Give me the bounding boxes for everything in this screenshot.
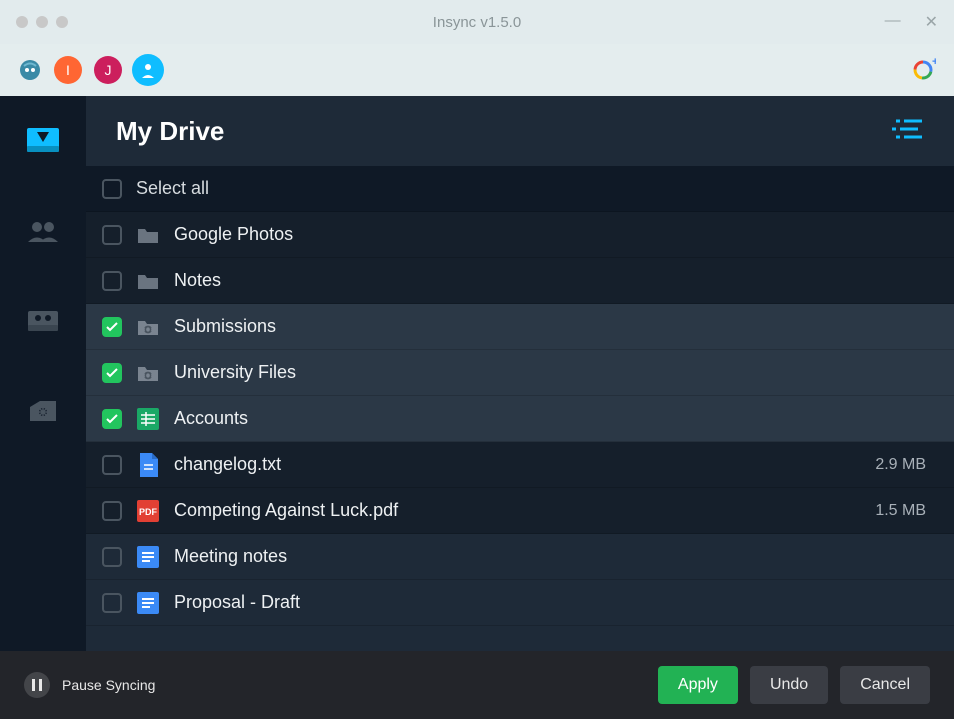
sidebar-shared[interactable] [22, 214, 64, 248]
window-title: Insync v1.5.0 [433, 14, 521, 31]
pdf-icon: PDF [136, 499, 160, 523]
app-icon [18, 58, 42, 82]
pause-label[interactable]: Pause Syncing [62, 677, 155, 693]
sheet-icon [136, 407, 160, 431]
row-checkbox[interactable] [102, 317, 122, 337]
file-row[interactable]: Submissions [86, 304, 954, 350]
cancel-button[interactable]: Cancel [840, 666, 930, 704]
minimize-button[interactable] [36, 16, 48, 28]
account-avatar-0[interactable]: I [54, 56, 82, 84]
folder-icon [136, 269, 160, 293]
pause-icon[interactable] [24, 672, 50, 698]
file-name: Competing Against Luck.pdf [174, 500, 861, 521]
file-row[interactable]: Proposal - Draft [86, 580, 954, 626]
file-row[interactable]: University Files [86, 350, 954, 396]
gdoc-icon [136, 591, 160, 615]
gdoc-icon [136, 545, 160, 569]
svg-text:+: + [932, 57, 936, 68]
maximize-button[interactable] [56, 16, 68, 28]
row-checkbox[interactable] [102, 271, 122, 291]
main-area: My Drive Select all Google Photos Notes Su… [0, 96, 954, 651]
content-header: My Drive [86, 96, 954, 166]
content-panel: My Drive Select all Google Photos Notes Su… [86, 96, 954, 651]
row-checkbox[interactable] [102, 501, 122, 521]
file-row[interactable]: PDF Competing Against Luck.pdf 1.5 MB [86, 488, 954, 534]
file-size: 2.9 MB [875, 456, 926, 474]
select-all-row[interactable]: Select all [86, 166, 954, 212]
file-name: Notes [174, 270, 926, 291]
select-all-label: Select all [136, 178, 926, 199]
file-row[interactable]: Google Photos [86, 212, 954, 258]
add-account-button[interactable]: + [910, 57, 936, 83]
row-checkbox[interactable] [102, 409, 122, 429]
sidebar-drive[interactable] [22, 124, 64, 158]
row-checkbox[interactable] [102, 593, 122, 613]
row-checkbox[interactable] [102, 225, 122, 245]
select-all-checkbox[interactable] [102, 179, 122, 199]
file-row[interactable]: Meeting notes [86, 534, 954, 580]
file-icon [136, 361, 160, 385]
file-name: University Files [174, 362, 926, 383]
file-name: Submissions [174, 316, 926, 337]
minimize-icon[interactable]: — [885, 12, 901, 32]
close-icon[interactable]: ✕ [925, 12, 938, 32]
file-icon [136, 315, 160, 339]
folder-icon [136, 223, 160, 247]
svg-text:PDF: PDF [139, 507, 158, 517]
file-row[interactable]: Accounts [86, 396, 954, 442]
file-name: Proposal - Draft [174, 592, 926, 613]
file-name: Accounts [174, 408, 926, 429]
titlebar: Insync v1.5.0 — ✕ [0, 0, 954, 44]
file-list[interactable]: Select all Google Photos Notes Submissions… [86, 166, 954, 651]
apply-button[interactable]: Apply [658, 666, 738, 704]
page-title: My Drive [116, 116, 224, 147]
row-checkbox[interactable] [102, 455, 122, 475]
file-row[interactable]: Notes [86, 258, 954, 304]
file-icon [136, 453, 160, 477]
sidebar [0, 96, 86, 651]
window-controls [16, 16, 68, 28]
file-name: changelog.txt [174, 454, 861, 475]
file-row[interactable]: changelog.txt 2.9 MB [86, 442, 954, 488]
file-size: 1.5 MB [875, 502, 926, 520]
sidebar-teams[interactable] [22, 304, 64, 338]
file-name: Meeting notes [174, 546, 926, 567]
close-button[interactable] [16, 16, 28, 28]
bottom-bar: Pause Syncing Apply Undo Cancel [0, 651, 954, 719]
row-checkbox[interactable] [102, 547, 122, 567]
titlebar-right: — ✕ [885, 12, 938, 32]
account-avatar-1[interactable]: J [94, 56, 122, 84]
undo-button[interactable]: Undo [750, 666, 828, 704]
file-name: Google Photos [174, 224, 926, 245]
selective-sync-icon[interactable] [892, 117, 924, 146]
account-avatar-2[interactable] [134, 56, 162, 84]
sidebar-settings[interactable] [22, 394, 64, 428]
row-checkbox[interactable] [102, 363, 122, 383]
account-bar: I J + [0, 44, 954, 96]
